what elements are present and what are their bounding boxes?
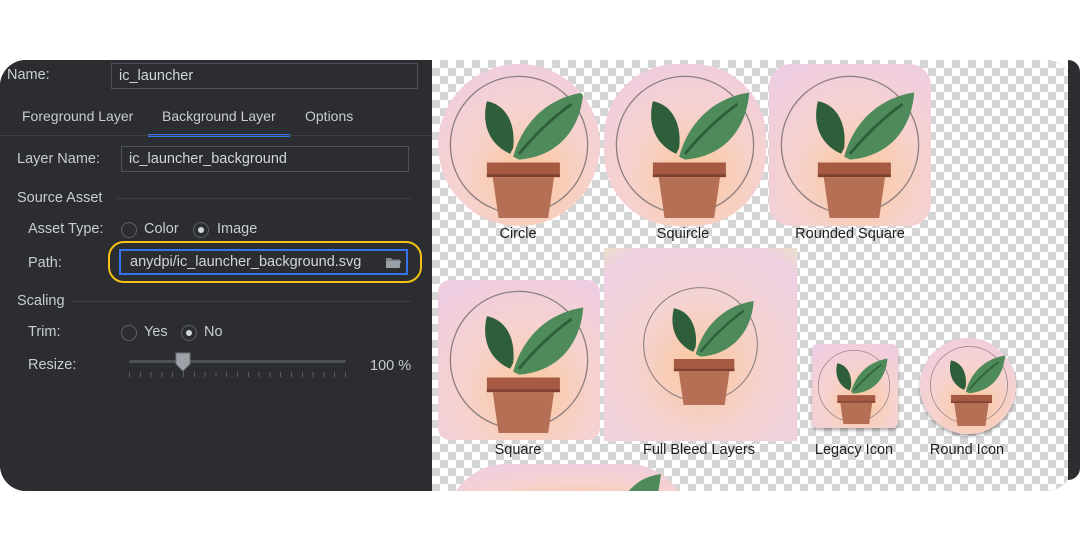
circle-caption: Circle bbox=[499, 226, 537, 242]
source-asset-title: Source Asset bbox=[17, 190, 103, 206]
resize-slider-thumb[interactable] bbox=[175, 352, 191, 372]
scaling-title: Scaling bbox=[17, 293, 65, 309]
legacy-icon-caption: Legacy Icon bbox=[814, 442, 894, 458]
resize-label: Resize: bbox=[28, 357, 77, 373]
icon-preview-area: Circle Squircle Rounded Square Square Fu… bbox=[432, 60, 1072, 491]
image-asset-dialog: Name: ic_launcher Foreground Layer Backg… bbox=[0, 60, 1072, 491]
folder-icon[interactable] bbox=[386, 257, 401, 268]
layer-name-label: Layer Name: bbox=[17, 151, 101, 167]
asset-type-color-label[interactable]: Color bbox=[144, 221, 179, 237]
circle-preview bbox=[438, 64, 600, 226]
name-field[interactable]: ic_launcher bbox=[111, 63, 418, 89]
asset-type-image-label[interactable]: Image bbox=[217, 221, 257, 237]
tab-foreground-layer[interactable]: Foreground Layer bbox=[22, 108, 133, 134]
asset-type-color-radio[interactable] bbox=[121, 222, 137, 238]
square-caption: Square bbox=[494, 442, 542, 458]
asset-type-label: Asset Type: bbox=[28, 221, 104, 237]
resize-slider-track[interactable] bbox=[129, 360, 346, 363]
layer-name-field[interactable]: ic_launcher_background bbox=[121, 146, 409, 172]
trim-label: Trim: bbox=[28, 324, 61, 340]
round-icon-preview bbox=[920, 338, 1016, 434]
squircle-caption: Squircle bbox=[656, 226, 710, 242]
path-field[interactable]: anydpi/ic_launcher_background.svg bbox=[119, 249, 408, 275]
trim-no-label[interactable]: No bbox=[204, 324, 223, 340]
tab-options[interactable]: Options bbox=[305, 108, 353, 134]
path-label: Path: bbox=[28, 255, 62, 271]
trim-yes-radio[interactable] bbox=[121, 325, 137, 341]
tab-divider bbox=[0, 135, 432, 136]
square-preview bbox=[438, 280, 600, 440]
name-label: Name: bbox=[7, 67, 50, 83]
asset-type-image-radio[interactable] bbox=[193, 222, 209, 238]
trim-no-radio[interactable] bbox=[181, 325, 197, 341]
settings-panel: Name: ic_launcher Foreground Layer Backg… bbox=[0, 60, 432, 491]
squircle-preview bbox=[604, 64, 766, 226]
window-edge bbox=[1068, 60, 1080, 480]
next-preview-partial bbox=[446, 464, 688, 491]
scaling-divider bbox=[72, 301, 411, 302]
round-icon-caption: Round Icon bbox=[929, 442, 1005, 458]
resize-slider-ticks bbox=[129, 372, 346, 377]
legacy-icon-preview bbox=[812, 344, 898, 428]
resize-value: 100 % bbox=[370, 358, 412, 374]
tab-background-layer[interactable]: Background Layer bbox=[148, 108, 290, 137]
full-bleed-caption: Full Bleed Layers bbox=[642, 442, 756, 458]
source-asset-divider bbox=[116, 198, 411, 199]
rounded-square-caption: Rounded Square bbox=[795, 226, 905, 242]
rounded-square-preview bbox=[769, 64, 931, 226]
trim-yes-label[interactable]: Yes bbox=[144, 324, 168, 340]
full-bleed-preview bbox=[604, 248, 797, 441]
